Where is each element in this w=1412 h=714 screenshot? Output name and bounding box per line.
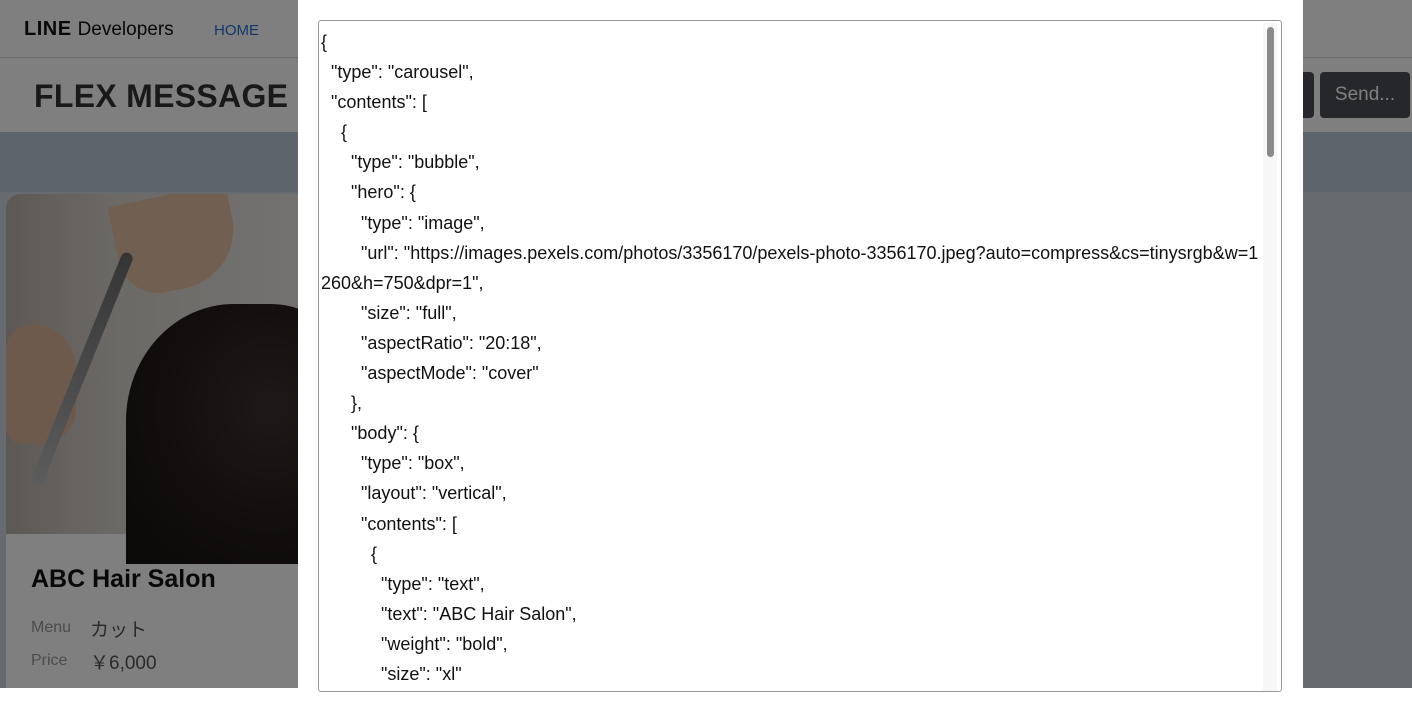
json-editor-content[interactable]: { "type": "carousel", "contents": [ { "t…	[321, 27, 1261, 689]
editor-scrollbar[interactable]	[1263, 23, 1277, 691]
json-editor[interactable]: { "type": "carousel", "contents": [ { "t…	[318, 20, 1282, 692]
editor-scrollbar-thumb[interactable]	[1267, 27, 1274, 157]
json-modal: { "type": "carousel", "contents": [ { "t…	[298, 0, 1303, 692]
